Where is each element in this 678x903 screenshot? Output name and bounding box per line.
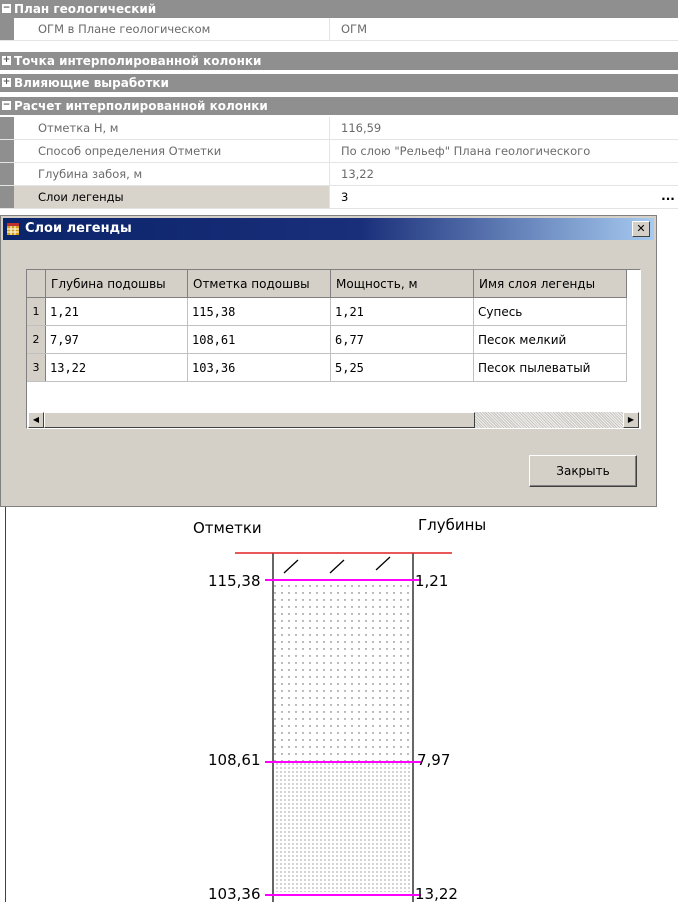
column-header-depth[interactable]: Глубина подошвы — [45, 270, 188, 298]
scroll-thumb[interactable] — [44, 412, 475, 428]
row-gutter — [0, 163, 14, 185]
table-icon — [7, 223, 19, 235]
depth-label: 7,97 — [417, 751, 451, 769]
row-gutter — [0, 117, 14, 139]
row-gutter — [0, 186, 14, 208]
table-row[interactable]: 3 13,22 103,36 5,25 Песок пылеватый — [27, 353, 627, 382]
close-icon[interactable]: ✕ — [632, 221, 650, 237]
property-row-elevation[interactable]: Отметка Н, м 116,59 — [0, 117, 678, 140]
category-title: Влияющие выработки — [14, 76, 169, 90]
property-row-depth[interactable]: Глубина забоя, м 13,22 — [0, 163, 678, 186]
property-label: ОГМ в Плане геологическом — [14, 18, 330, 40]
cell-elevation[interactable]: 115,38 — [187, 297, 331, 326]
column-graphic — [235, 552, 452, 902]
property-value[interactable]: 116,59 — [331, 117, 678, 139]
horizontal-scrollbar[interactable]: ◀ ▶ — [28, 412, 639, 428]
cell-thickness[interactable]: 1,21 — [330, 297, 474, 326]
scroll-left-icon[interactable]: ◀ — [28, 412, 44, 428]
cell-depth[interactable]: 7,97 — [45, 325, 188, 354]
elevation-label: 103,36 — [208, 885, 261, 903]
depth-label: 1,21 — [415, 572, 449, 590]
property-label: Глубина забоя, м — [14, 163, 330, 185]
row-gutter — [0, 18, 14, 40]
hatch-mark — [283, 559, 299, 574]
table-row[interactable]: 1 1,21 115,38 1,21 Супесь — [27, 297, 627, 326]
table-row[interactable]: 2 7,97 108,61 6,77 Песок мелкий — [27, 325, 627, 354]
cell-elevation[interactable]: 108,61 — [187, 325, 331, 354]
category-title: Расчет интерполированной колонки — [14, 99, 268, 113]
category-point[interactable]: + Точка интерполированной колонки — [0, 52, 678, 70]
property-value[interactable]: По слою "Рельеф" Плана геологического — [331, 140, 678, 162]
elevation-label: 115,38 — [208, 572, 261, 590]
scroll-track[interactable] — [475, 412, 623, 428]
expand-icon[interactable]: + — [2, 78, 11, 87]
cell-layer-name[interactable]: Песок пылеватый — [473, 353, 627, 382]
row-header-corner — [27, 270, 46, 298]
cell-thickness[interactable]: 5,25 — [330, 353, 474, 382]
column-header-thickness[interactable]: Мощность, м — [330, 270, 474, 298]
property-row-legend-layers[interactable]: Слои легенды 3 ... — [0, 186, 678, 209]
layers-grid[interactable]: Глубина подошвы Отметка подошвы Мощность… — [26, 269, 641, 429]
cell-elevation[interactable]: 103,36 — [187, 353, 331, 382]
property-label: Способ определения Отметки — [14, 140, 330, 162]
cell-depth[interactable]: 13,22 — [45, 353, 188, 382]
depth-label: 13,22 — [415, 885, 458, 903]
elevation-label: 108,61 — [208, 751, 261, 769]
property-value[interactable]: 3 — [331, 186, 678, 208]
property-row-ogm[interactable]: ОГМ в Плане геологическом ОГМ — [0, 18, 678, 41]
close-button[interactable]: Закрыть — [529, 455, 637, 487]
property-label: Слои легенды — [14, 186, 330, 208]
category-plan[interactable]: − План геологический — [0, 0, 678, 18]
dialog-titlebar[interactable]: Слои легенды ✕ — [3, 218, 654, 240]
layer-silty-sand-fill — [273, 762, 413, 892]
cell-thickness[interactable]: 6,77 — [330, 325, 474, 354]
header-row: Глубина подошвы Отметка подошвы Мощность… — [27, 270, 627, 298]
collapse-icon[interactable]: − — [2, 101, 11, 110]
cell-layer-name[interactable]: Песок мелкий — [473, 325, 627, 354]
property-row-method[interactable]: Способ определения Отметки По слою "Рель… — [0, 140, 678, 163]
category-workings[interactable]: + Влияющие выработки — [0, 74, 678, 92]
property-value[interactable]: ОГМ — [331, 18, 678, 40]
property-label: Отметка Н, м — [14, 117, 330, 139]
row-number[interactable]: 2 — [27, 325, 46, 354]
hatch-mark — [375, 556, 391, 571]
legend-layers-dialog: Слои легенды ✕ Глубина подошвы Отметка п… — [0, 215, 657, 507]
layer-fine-sand-fill — [273, 580, 413, 762]
layers-table: Глубина подошвы Отметка подошвы Мощность… — [27, 270, 627, 382]
collapse-icon[interactable]: − — [2, 4, 11, 13]
column-header-layer-name[interactable]: Имя слоя легенды — [473, 270, 627, 298]
column-drawing: Отметки Глубины 115,38 1,21 108,61 7,97 … — [0, 507, 678, 903]
hatch-mark — [329, 559, 345, 574]
scroll-right-icon[interactable]: ▶ — [623, 412, 639, 428]
cell-depth[interactable]: 1,21 — [45, 297, 188, 326]
ellipsis-button[interactable]: ... — [658, 188, 678, 206]
dialog-title: Слои легенды — [25, 221, 132, 236]
cell-layer-name[interactable]: Супесь — [473, 297, 627, 326]
row-number[interactable]: 3 — [27, 353, 46, 382]
category-title: Точка интерполированной колонки — [14, 54, 262, 68]
row-gutter — [0, 140, 14, 162]
category-title: План геологический — [14, 2, 157, 16]
category-calculation[interactable]: − Расчет интерполированной колонки — [0, 97, 678, 115]
property-value[interactable]: 13,22 — [331, 163, 678, 185]
property-grid: − План геологический ОГМ в Плане геологи… — [0, 0, 678, 215]
expand-icon[interactable]: + — [2, 56, 11, 65]
row-number[interactable]: 1 — [27, 297, 46, 326]
column-header-elevation[interactable]: Отметка подошвы — [187, 270, 331, 298]
